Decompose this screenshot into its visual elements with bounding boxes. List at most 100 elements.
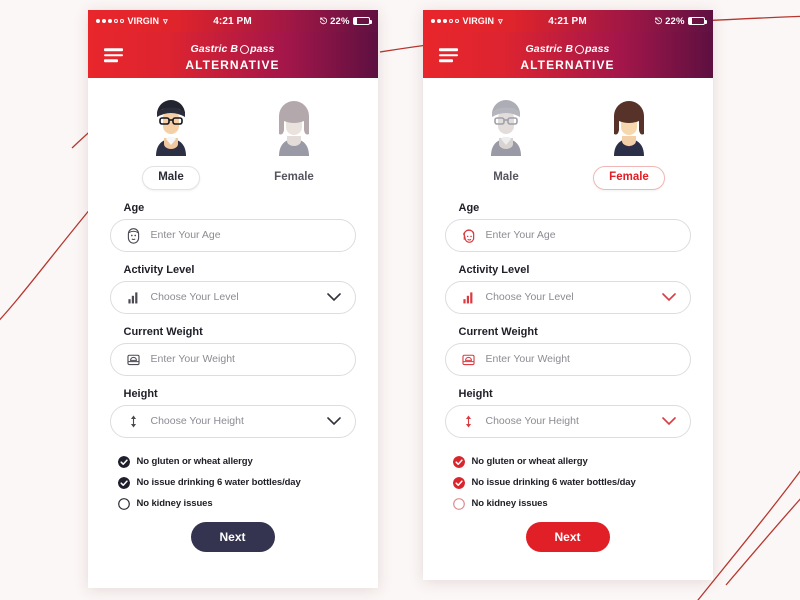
age-input-placeholder: Enter Your Age: [485, 229, 556, 241]
field-label-age: Age: [458, 201, 480, 214]
field-activity-level: Activity Level Choose Your Level: [444, 263, 691, 314]
age-input[interactable]: Enter Your Age: [109, 218, 356, 252]
app-logo: Gastric B pass ALTERNATIVE: [520, 40, 615, 72]
current-weight-input[interactable]: Enter Your Weight: [109, 342, 356, 376]
app-logo: Gastric B pass ALTERNATIVE: [185, 40, 279, 70]
primary-action-area: Next: [110, 521, 356, 552]
field-current-weight: Current Weight Enter Your Weight: [109, 325, 356, 376]
checkbox-unchecked-icon[interactable]: [117, 497, 130, 510]
chevron-down-icon[interactable]: [661, 416, 676, 426]
gender-option-male[interactable]: Male: [458, 94, 554, 190]
activity-level-select[interactable]: Choose Your Level: [109, 280, 356, 314]
phone-mockup-female: VIRGIN ▿ 4:21 PM ⎋ 22% Gastric B pass AL…: [422, 10, 713, 580]
field-label-age: Age: [123, 201, 145, 214]
battery-icon: [352, 17, 372, 25]
logo-text-primary-suffix: pass: [250, 42, 275, 55]
logo-text-primary: Gastric B: [525, 42, 574, 55]
checkbox-row[interactable]: No gluten or wheat allergy: [117, 455, 356, 468]
female-face-icon: [460, 227, 477, 244]
checkbox-label: No gluten or wheat allergy: [136, 456, 253, 467]
field-label-height: Height: [458, 387, 493, 400]
signal-strength-icon: [430, 19, 459, 23]
gender-label-female[interactable]: Female: [593, 166, 665, 190]
checkbox-row[interactable]: No kidney issues: [117, 497, 356, 510]
hamburger-menu-icon[interactable]: [103, 48, 123, 62]
next-button[interactable]: Next: [190, 521, 275, 552]
checkbox-unchecked-icon[interactable]: [452, 497, 465, 510]
field-age: Age Enter Your Age: [109, 201, 356, 252]
current-weight-placeholder: Enter Your Weight: [150, 353, 235, 365]
weight-scale-icon: [460, 351, 477, 368]
activity-level-placeholder: Choose Your Level: [150, 291, 239, 303]
app-header: Gastric B pass ALTERNATIVE: [422, 32, 713, 78]
checkbox-label: No kidney issues: [136, 498, 213, 509]
field-height: Height Choose Your Height: [109, 387, 356, 438]
gender-selector: Male Female: [110, 94, 356, 190]
field-label-current-weight: Current Weight: [458, 325, 538, 338]
age-input[interactable]: Enter Your Age: [444, 218, 691, 252]
activity-level-select[interactable]: Choose Your Level: [444, 280, 691, 314]
gender-option-female[interactable]: Female: [581, 94, 677, 190]
weight-scale-icon: [125, 351, 142, 368]
gender-label-female[interactable]: Female: [258, 166, 330, 190]
height-arrow-icon: [125, 413, 142, 430]
height-select[interactable]: Choose Your Height: [109, 404, 356, 438]
logo-text-primary-suffix: pass: [585, 42, 610, 55]
checkbox-row[interactable]: No issue drinking 6 water bottles/day: [452, 476, 691, 489]
field-age: Age Enter Your Age: [444, 201, 691, 252]
bluetooth-icon: ⎋: [319, 15, 328, 26]
height-placeholder: Choose Your Height: [485, 415, 579, 427]
logo-ring-icon: [239, 45, 249, 55]
wifi-icon: ▿: [163, 15, 168, 26]
gender-label-male[interactable]: Male: [477, 166, 535, 190]
clock-label: 4:21 PM: [548, 15, 587, 27]
bar-chart-icon: [125, 289, 142, 306]
female-avatar: [614, 101, 644, 156]
chevron-down-icon[interactable]: [661, 292, 676, 302]
carrier-label: VIRGIN: [127, 16, 160, 26]
checkbox-label: No issue drinking 6 water bottles/day: [136, 477, 301, 488]
checkbox-row[interactable]: No kidney issues: [452, 497, 691, 510]
checkbox-row[interactable]: No issue drinking 6 water bottles/day: [117, 476, 356, 489]
height-placeholder: Choose Your Height: [150, 415, 244, 427]
form-screen: Male Female Age Enter Your Age Activity …: [87, 78, 378, 588]
chevron-down-icon[interactable]: [326, 416, 341, 426]
field-label-height: Height: [123, 387, 158, 400]
form-screen: Male Female Age Enter Your Age Activity …: [422, 78, 713, 580]
bluetooth-icon: ⎋: [654, 15, 663, 26]
checkbox-checked-icon[interactable]: [452, 476, 465, 489]
wifi-icon: ▿: [498, 15, 503, 26]
field-label-current-weight: Current Weight: [123, 325, 203, 338]
checkbox-row[interactable]: No gluten or wheat allergy: [452, 455, 691, 468]
checkbox-checked-icon[interactable]: [117, 455, 130, 468]
gender-option-female[interactable]: Female: [246, 94, 342, 190]
checkbox-checked-icon[interactable]: [117, 476, 130, 489]
activity-level-placeholder: Choose Your Level: [485, 291, 574, 303]
gender-label-male[interactable]: Male: [142, 166, 200, 190]
checkbox-label: No issue drinking 6 water bottles/day: [471, 477, 636, 488]
app-header: Gastric B pass ALTERNATIVE: [87, 32, 378, 78]
logo-text-secondary: ALTERNATIVE: [520, 57, 615, 72]
male-avatar: [156, 100, 186, 156]
field-activity-level: Activity Level Choose Your Level: [109, 263, 356, 314]
battery-percent-label: 22%: [665, 15, 685, 27]
current-weight-input[interactable]: Enter Your Weight: [444, 342, 691, 376]
gender-option-male[interactable]: Male: [123, 94, 219, 190]
gender-selector: Male Female: [445, 94, 691, 190]
hamburger-menu-icon[interactable]: [438, 48, 458, 62]
chevron-down-icon[interactable]: [326, 292, 341, 302]
female-avatar: [279, 101, 309, 156]
status-bar: VIRGIN ▿ 4:21 PM ⎋ 22%: [87, 10, 378, 32]
health-checklist: No gluten or wheat allergy No issue drin…: [445, 455, 691, 510]
field-label-activity-level: Activity Level: [123, 263, 195, 276]
height-select[interactable]: Choose Your Height: [444, 404, 691, 438]
logo-ring-icon: [574, 45, 584, 55]
checkbox-label: No gluten or wheat allergy: [471, 456, 588, 467]
next-button[interactable]: Next: [525, 521, 610, 552]
field-label-activity-level: Activity Level: [458, 263, 530, 276]
current-weight-placeholder: Enter Your Weight: [485, 353, 570, 365]
clock-label: 4:21 PM: [213, 15, 252, 27]
checkbox-label: No kidney issues: [471, 498, 548, 509]
checkbox-checked-icon[interactable]: [452, 455, 465, 468]
health-checklist: No gluten or wheat allergy No issue drin…: [110, 455, 356, 510]
